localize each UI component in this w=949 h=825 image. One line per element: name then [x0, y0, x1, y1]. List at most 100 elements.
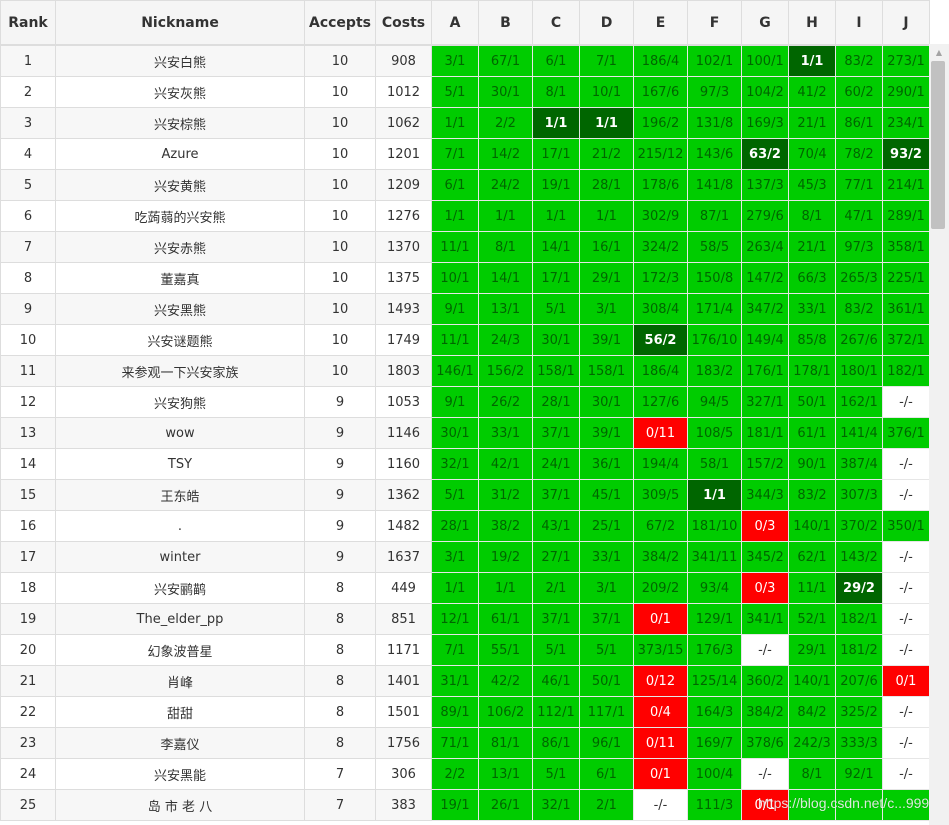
table-row: 10 兴安谜题熊 10 1749 11/1 24/3 30/1 39/1 56/2 176/10 1…: [0, 324, 930, 356]
table-row: 7 兴安赤熊 10 1370 11/1 8/1 14/1 16/1 324/2 58/5 263/4…: [0, 231, 930, 263]
nickname-cell: 兴安棕熊: [55, 107, 305, 139]
problem-cell: 169/3: [741, 107, 789, 139]
problem-cell: 29/2: [835, 572, 883, 604]
costs-cell: 851: [375, 603, 432, 635]
problem-cell: 1/1: [788, 44, 836, 77]
scoreboard-body: 1 兴安白熊 10 908 3/1 67/1 6/1 7/1 186/4 102/1 100/1 1/…: [0, 44, 930, 821]
rank-cell: 10: [0, 324, 56, 356]
problem-header-c[interactable]: C: [532, 0, 580, 46]
problem-cell: 45/1: [579, 479, 634, 511]
problem-cell: 46/1: [532, 665, 580, 697]
problem-cell: 117/1: [579, 696, 634, 728]
problem-cell: 307/3: [835, 479, 883, 511]
problem-header-f[interactable]: F: [687, 0, 742, 46]
accepts-cell: 9: [304, 417, 376, 449]
problem-cell: 0/3: [741, 510, 789, 542]
problem-cell: 358/1: [882, 231, 930, 263]
problem-header-d[interactable]: D: [579, 0, 634, 46]
problem-cell: 100/4: [687, 758, 742, 790]
rank-cell: 4: [0, 138, 56, 170]
problem-cell: 29/1: [788, 634, 836, 666]
nickname-cell: The_elder_pp: [55, 603, 305, 635]
problem-cell: 141/4: [835, 417, 883, 449]
problem-cell: 86/1: [532, 727, 580, 759]
accepts-cell: 7: [304, 789, 376, 821]
problem-header-g[interactable]: G: [741, 0, 789, 46]
problem-cell: 8/1: [532, 76, 580, 108]
accepts-cell: 9: [304, 510, 376, 542]
problem-cell: 129/1: [687, 603, 742, 635]
nickname-header[interactable]: Nickname: [55, 0, 305, 46]
problem-cell: 1/1: [431, 107, 479, 139]
accepts-cell: 10: [304, 107, 376, 139]
rank-cell: 3: [0, 107, 56, 139]
problem-cell: 186/4: [633, 355, 688, 387]
problem-cell: 127/6: [633, 386, 688, 418]
problem-cell: 71/1: [431, 727, 479, 759]
problem-cell: 183/2: [687, 355, 742, 387]
problem-cell: 6/1: [579, 758, 634, 790]
problem-cell: 78/2: [835, 138, 883, 170]
problem-cell: -/-: [882, 572, 930, 604]
problem-cell: 196/2: [633, 107, 688, 139]
costs-cell: 1493: [375, 293, 432, 325]
problem-cell: 308/4: [633, 293, 688, 325]
problem-cell: 41/2: [788, 76, 836, 108]
accepts-cell: 10: [304, 169, 376, 201]
problem-cell: 344/3: [741, 479, 789, 511]
nickname-cell: Azure: [55, 138, 305, 170]
problem-cell: 2/1: [532, 572, 580, 604]
problem-header-e[interactable]: E: [633, 0, 688, 46]
problem-cell: 1/1: [431, 572, 479, 604]
problem-header-i[interactable]: I: [835, 0, 883, 46]
accepts-header[interactable]: Accepts: [304, 0, 376, 46]
accepts-cell: 10: [304, 231, 376, 263]
problem-cell: 84/2: [788, 696, 836, 728]
problem-cell: 333/3: [835, 727, 883, 759]
costs-header[interactable]: Costs: [375, 0, 432, 46]
problem-header-b[interactable]: B: [478, 0, 533, 46]
accepts-cell: 10: [304, 200, 376, 232]
problem-cell: 19/2: [478, 541, 533, 573]
problem-cell: 52/1: [788, 603, 836, 635]
problem-cell: 1/1: [431, 200, 479, 232]
table-row: 14 TSY 9 1160 32/1 42/1 24/1 36/1 194/4 58/1 157/2…: [0, 448, 930, 480]
problem-cell: 12/1: [431, 603, 479, 635]
problem-cell: 90/1: [788, 448, 836, 480]
problem-header-h[interactable]: H: [788, 0, 836, 46]
problem-cell: 0/4: [633, 696, 688, 728]
rank-header[interactable]: Rank: [0, 0, 56, 46]
nickname-cell: 兴安黑能: [55, 758, 305, 790]
vertical-scrollbar[interactable]: ▲: [929, 44, 949, 825]
problem-cell: 28/1: [431, 510, 479, 542]
problem-cell: 302/9: [633, 200, 688, 232]
table-row: 5 兴安黄熊 10 1209 6/1 24/2 19/1 28/1 178/6 141/8 137/…: [0, 169, 930, 201]
rank-cell: 9: [0, 293, 56, 325]
scroll-up-arrow-icon[interactable]: ▲: [929, 44, 949, 61]
problem-cell: 42/2: [478, 665, 533, 697]
problem-cell: 325/2: [835, 696, 883, 728]
problem-cell: 1/1: [579, 200, 634, 232]
accepts-cell: 9: [304, 541, 376, 573]
accepts-cell: 7: [304, 758, 376, 790]
problem-cell: 33/1: [478, 417, 533, 449]
problem-cell: 265/3: [835, 262, 883, 294]
problem-header-j[interactable]: J: [882, 0, 930, 46]
problem-cell: 289/1: [882, 200, 930, 232]
rank-cell: 15: [0, 479, 56, 511]
problem-cell: 37/1: [532, 479, 580, 511]
problem-cell: -/-: [882, 541, 930, 573]
nickname-cell: winter: [55, 541, 305, 573]
problem-cell: 263/4: [741, 231, 789, 263]
problem-cell: 9/1: [431, 386, 479, 418]
problem-cell: 9/1: [431, 293, 479, 325]
scrollbar-thumb[interactable]: [931, 61, 945, 229]
accepts-cell: 9: [304, 448, 376, 480]
problem-cell: 70/4: [788, 138, 836, 170]
table-row: 25 岛 市 老 八 7 383 19/1 26/1 32/1 2/1 -/- 111/3 0/1: [0, 789, 930, 821]
problem-cell: 19/1: [532, 169, 580, 201]
problem-cell: 141/8: [687, 169, 742, 201]
table-row: 4 Azure 10 1201 7/1 14/2 17/1 21/2 215/12 143/6 63…: [0, 138, 930, 170]
problem-header-a[interactable]: A: [431, 0, 479, 46]
problem-cell: 108/5: [687, 417, 742, 449]
